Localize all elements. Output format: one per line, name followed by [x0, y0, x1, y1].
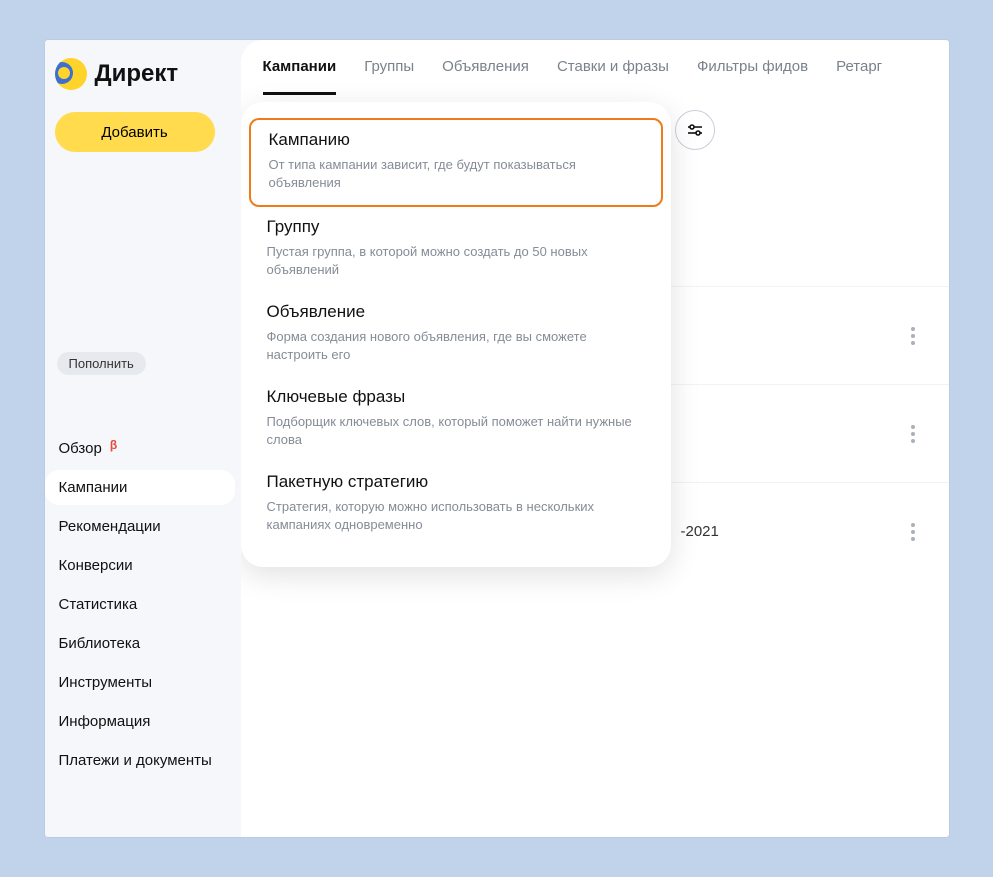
sidebar: Директ Добавить Пополнить Обзор β Кампан…: [45, 40, 241, 837]
dropdown-item-desc: Пустая группа, в которой можно создать д…: [267, 243, 645, 278]
date-fragment: -2021: [681, 523, 719, 540]
add-dropdown: Кампанию От типа кампании зависит, где б…: [241, 102, 671, 567]
dropdown-item-package-strategy[interactable]: Пакетную стратегию Стратегия, которую мо…: [249, 462, 663, 547]
sidebar-item-library[interactable]: Библиотека: [45, 626, 235, 661]
dropdown-item-title: Группу: [267, 217, 645, 237]
sidebar-item-label: Рекомендации: [59, 518, 161, 535]
sliders-icon: [687, 122, 703, 138]
sidebar-item-label: Обзор: [59, 440, 102, 457]
row-menu-button[interactable]: [905, 517, 921, 547]
brand-title: Директ: [95, 60, 179, 88]
dropdown-item-title: Ключевые фразы: [267, 387, 645, 407]
dropdown-item-group[interactable]: Группу Пустая группа, в которой можно со…: [249, 207, 663, 292]
sidebar-item-label: Конверсии: [59, 557, 133, 574]
filter-button[interactable]: [675, 110, 715, 150]
dropdown-item-ad[interactable]: Объявление Форма создания нового объявле…: [249, 292, 663, 377]
topup-button[interactable]: Пополнить: [57, 352, 146, 375]
sidebar-item-statistics[interactable]: Статистика: [45, 587, 235, 622]
dropdown-item-keywords[interactable]: Ключевые фразы Подборщик ключевых слов, …: [249, 377, 663, 462]
dropdown-item-title: Объявление: [267, 302, 645, 322]
sidebar-item-recommendations[interactable]: Рекомендации: [45, 509, 235, 544]
tab-feed-filters[interactable]: Фильтры фидов: [697, 58, 808, 95]
dropdown-item-desc: Форма создания нового объявления, где вы…: [267, 328, 645, 363]
sidebar-item-conversions[interactable]: Конверсии: [45, 548, 235, 583]
tab-ads[interactable]: Объявления: [442, 58, 529, 95]
tab-retargeting[interactable]: Ретарг: [836, 58, 882, 95]
add-button[interactable]: Добавить: [55, 112, 215, 152]
dropdown-item-campaign[interactable]: Кампанию От типа кампании зависит, где б…: [249, 118, 663, 207]
row-menu-button[interactable]: [905, 419, 921, 449]
brand-row: Директ: [45, 48, 241, 100]
sidebar-nav: Обзор β Кампании Рекомендации Конверсии …: [45, 431, 241, 780]
row-menu-button[interactable]: [905, 321, 921, 351]
tabs-bar: Кампании Группы Объявления Ставки и фраз…: [241, 40, 949, 96]
dropdown-item-title: Кампанию: [269, 130, 643, 150]
tab-groups[interactable]: Группы: [364, 58, 414, 95]
sidebar-item-payments[interactable]: Платежи и документы: [45, 743, 235, 780]
sidebar-item-campaigns[interactable]: Кампании: [45, 470, 235, 505]
sidebar-item-overview[interactable]: Обзор β: [45, 431, 235, 466]
sidebar-item-tools[interactable]: Инструменты: [45, 665, 235, 700]
beta-badge: β: [110, 438, 117, 452]
app-window: Директ Добавить Пополнить Обзор β Кампан…: [45, 40, 949, 837]
sidebar-item-label: Платежи и документы: [59, 752, 212, 771]
sidebar-item-label: Статистика: [59, 596, 138, 613]
tab-campaigns[interactable]: Кампании: [263, 58, 337, 95]
dropdown-item-desc: От типа кампании зависит, где будут пока…: [269, 156, 643, 191]
sidebar-item-label: Информация: [59, 713, 151, 730]
sidebar-item-label: Кампании: [59, 479, 128, 496]
sidebar-item-info[interactable]: Информация: [45, 704, 235, 739]
dropdown-item-title: Пакетную стратегию: [267, 472, 645, 492]
dropdown-item-desc: Стратегия, которую можно использовать в …: [267, 498, 645, 533]
yandex-direct-logo-icon: [55, 58, 87, 90]
main-area: Кампании Группы Объявления Ставки и фраз…: [241, 40, 949, 837]
sidebar-item-label: Инструменты: [59, 674, 153, 691]
sidebar-item-label: Библиотека: [59, 635, 141, 652]
tab-bids[interactable]: Ставки и фразы: [557, 58, 669, 95]
dropdown-item-desc: Подборщик ключевых слов, который поможет…: [267, 413, 645, 448]
sidebar-spacer: [45, 152, 241, 352]
